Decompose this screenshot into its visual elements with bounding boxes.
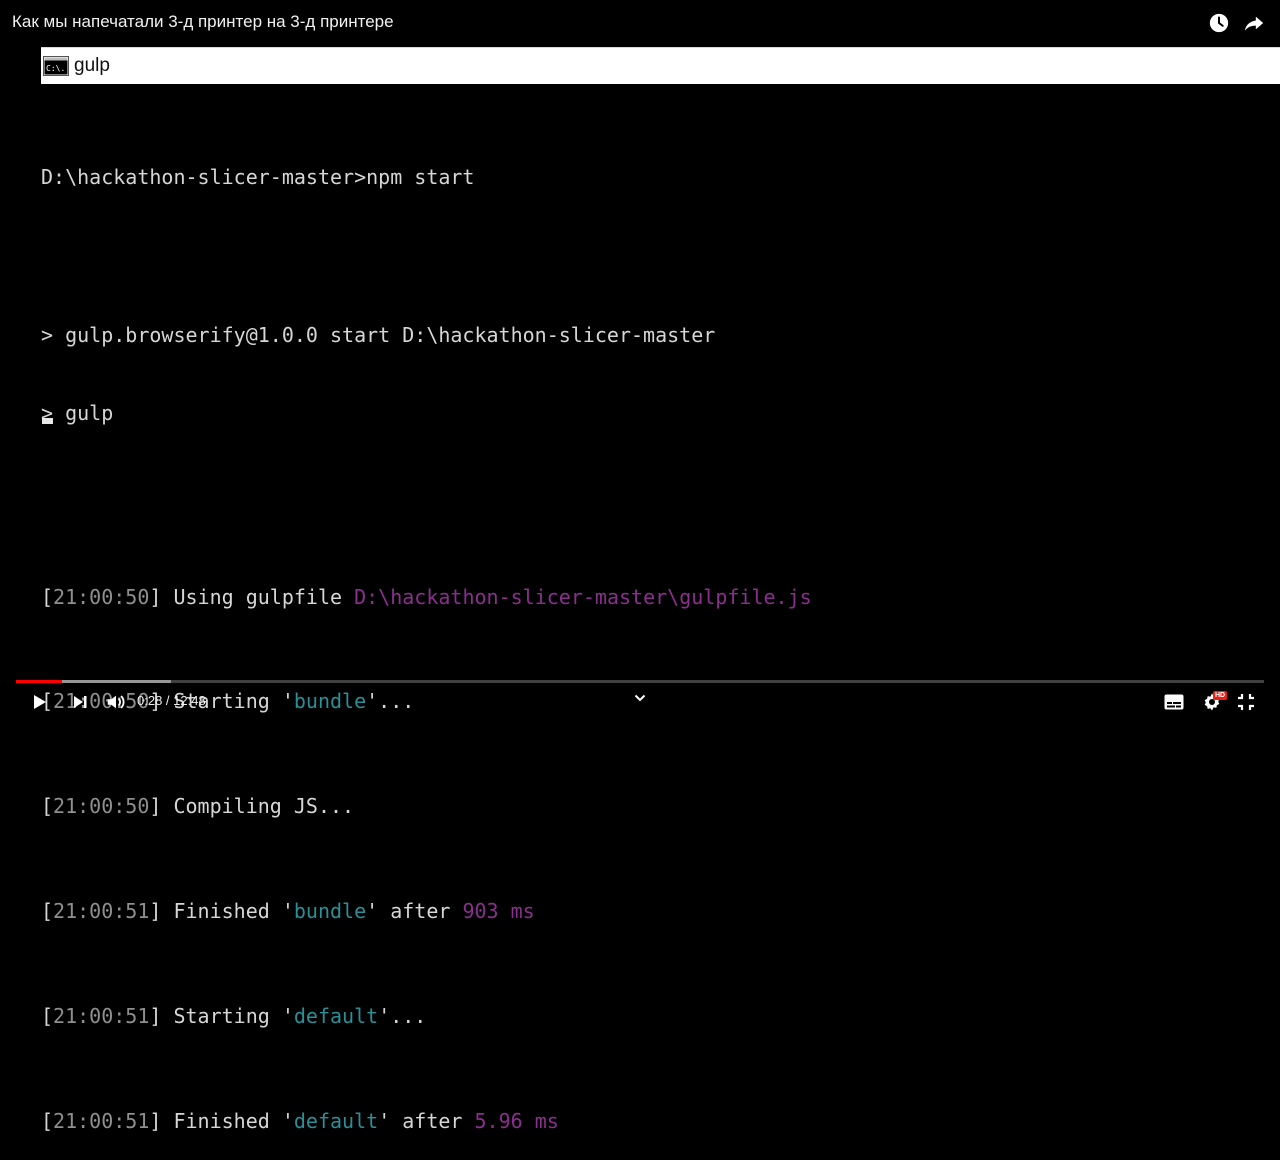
console-window-title: gulp	[74, 55, 110, 76]
svg-text:C:\.: C:\.	[46, 64, 65, 73]
progress-bar[interactable]	[16, 680, 1264, 683]
watch-later-clock-icon[interactable]	[1207, 11, 1231, 35]
subtitles-icon	[1164, 694, 1184, 710]
log-line: [21:00:51] Finished 'bundle' after 903 m…	[41, 898, 535, 923]
more-info-chevron-button[interactable]	[630, 688, 650, 708]
log-timestamp: 21:00:51	[53, 1108, 150, 1133]
log-message: Compiling JS...	[173, 794, 355, 819]
log-message: Finished '	[173, 898, 294, 923]
log-task-name: default	[293, 1108, 379, 1133]
log-task-name: bundle	[293, 689, 367, 714]
terminal-line: D:\hackathon-slicer-master>npm start	[41, 165, 475, 190]
terminal-line: > gulp.browserify@1.0.0 start D:\hackath…	[41, 322, 716, 347]
log-timestamp: 21:00:51	[53, 1003, 150, 1028]
log-line: [21:00:51] Finished 'default' after 5.96…	[41, 1108, 559, 1133]
command-prompt-icon: C:\.	[43, 56, 69, 76]
terminal-output: D:\hackathon-slicer-master>npm start > g…	[41, 112, 812, 1160]
exit-fullscreen-button[interactable]	[1234, 690, 1258, 714]
progress-played	[16, 680, 62, 683]
time-display: 0:28 / 12:48	[137, 693, 206, 708]
terminal-cursor	[42, 418, 53, 424]
log-line: [21:00:51] Starting 'default'...	[41, 1003, 427, 1028]
log-duration: 5.96 ms	[474, 1108, 559, 1133]
duration: 12:48	[173, 693, 206, 708]
log-message-tail: ' after	[378, 1108, 475, 1133]
log-line: [21:00:50] Using gulpfile D:\hackathon-s…	[41, 584, 812, 609]
log-timestamp: 21:00:51	[53, 898, 150, 923]
exit-fullscreen-icon	[1238, 694, 1254, 710]
next-video-button[interactable]	[68, 690, 92, 714]
share-arrow-icon[interactable]	[1242, 11, 1266, 35]
log-line: [21:00:50] Compiling JS...	[41, 794, 355, 819]
mute-button[interactable]	[103, 690, 129, 714]
log-message: Finished '	[173, 1108, 294, 1133]
log-task-name: bundle	[293, 898, 367, 923]
chevron-down-icon	[634, 694, 646, 702]
volume-icon	[107, 695, 125, 709]
skip-next-icon	[74, 696, 87, 708]
hd-badge: HD	[1213, 691, 1228, 700]
subtitles-button[interactable]	[1162, 690, 1186, 714]
log-gulpfile-path: D:\hackathon-slicer-master\gulpfile.js	[354, 584, 812, 609]
console-window-titlebar: C:\. gulp	[41, 47, 1280, 84]
terminal-line: > gulp	[41, 401, 114, 426]
play-icon	[34, 695, 46, 709]
log-message-tail: ' after	[366, 898, 463, 923]
log-task-name: default	[293, 1003, 379, 1028]
settings-button[interactable]: HD	[1198, 690, 1228, 714]
log-duration: 903 ms	[462, 898, 535, 923]
log-message: Starting '	[173, 1003, 294, 1028]
time-separator: /	[162, 693, 174, 708]
play-button[interactable]	[27, 690, 51, 714]
log-message-tail: '...	[378, 1003, 427, 1028]
log-message-tail: '...	[366, 689, 415, 714]
log-timestamp: 21:00:50	[53, 584, 150, 609]
log-message: Using gulpfile	[173, 584, 355, 609]
log-timestamp: 21:00:50	[53, 794, 150, 819]
current-time: 0:28	[137, 693, 163, 708]
video-title: Как мы напечатали 3-д принтер на 3-д при…	[12, 12, 394, 31]
